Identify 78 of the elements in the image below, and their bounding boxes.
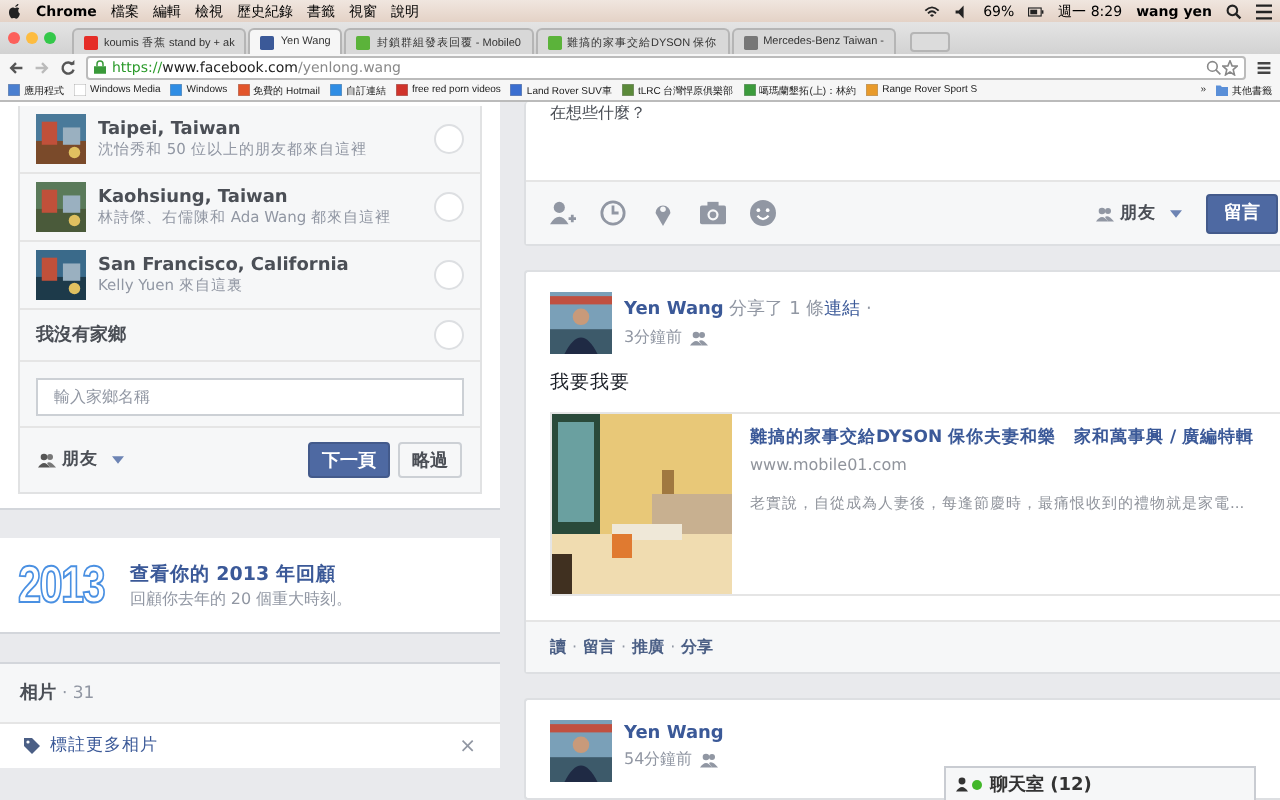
audience-selector[interactable]: 朋友 [38, 448, 124, 472]
photos-count: · 31 [62, 683, 95, 703]
bookmark-icon [237, 84, 250, 96]
zoom-icon[interactable] [1206, 59, 1222, 75]
chat-bar[interactable]: 聊天室 (12) [944, 766, 1256, 800]
list-icon[interactable] [1256, 3, 1272, 19]
tag-icon [24, 738, 40, 754]
site-icon [547, 35, 561, 49]
search-icon[interactable] [1226, 3, 1242, 19]
radio-button[interactable] [434, 124, 464, 154]
action-link[interactable]: 分享 [681, 636, 714, 658]
site-icon [743, 35, 758, 49]
bookmark-icon [329, 84, 342, 96]
photos-title[interactable]: 相片 [20, 680, 56, 706]
reload-icon[interactable] [60, 59, 76, 75]
post-headline: Yen Wang 分享了 1 條連結 · [624, 297, 872, 322]
author-link[interactable]: Yen Wang [624, 300, 724, 320]
site-icon [84, 35, 98, 49]
clock-icon[interactable] [600, 200, 626, 226]
smiley-icon[interactable] [750, 200, 776, 226]
separator-dot: · [670, 638, 676, 656]
caret-icon [1170, 209, 1182, 217]
folder-icon [1216, 84, 1228, 96]
location-pin-icon[interactable] [650, 200, 676, 226]
author-link[interactable]: Yen Wang [624, 724, 724, 744]
friends-audience-icon[interactable] [690, 329, 709, 345]
radio-button[interactable] [434, 260, 464, 290]
link-url: www.mobile01.com [750, 456, 909, 474]
new-tab-button[interactable] [910, 32, 951, 52]
action-link[interactable]: 讀 [550, 636, 566, 658]
radio-button[interactable] [434, 192, 464, 222]
year-review-card[interactable]: 2013 查看你的 2013 年回顧 回顧你去年的 20 個重大時刻。 [0, 538, 500, 634]
site-icon [260, 35, 275, 49]
camera-icon[interactable] [700, 200, 726, 226]
link-word[interactable]: 連結 [824, 300, 861, 320]
bookmark-icon [395, 84, 408, 96]
separator-dot: · [572, 638, 578, 656]
year-review-link[interactable]: 查看你的 2013 年回顧 [129, 561, 353, 587]
wifi-icon[interactable] [923, 3, 940, 19]
bookmark-icon [621, 84, 634, 96]
separator-dot: · [621, 638, 627, 656]
site-icon [356, 35, 371, 49]
people-icon [1096, 205, 1114, 221]
tag-more-photos-link[interactable]: 標註更多相片 [50, 734, 158, 758]
bookmark-icon [510, 84, 523, 96]
link-title[interactable]: 難搞的家事交給DYSON 保你夫妻和樂 家和萬事興 / 廣編特輯 [750, 428, 1255, 450]
status-prompt[interactable]: 在想些什麼？ [526, 102, 1280, 180]
people-icon [38, 452, 56, 468]
hometown-name[interactable]: Taipei, Taiwan [98, 119, 422, 139]
year-logo: 2013 [18, 554, 105, 616]
hometown-name[interactable]: San Francisco, California [98, 255, 422, 275]
apple-icon[interactable] [8, 2, 22, 20]
hometown-name[interactable]: Kaohsiung, Taiwan [98, 187, 422, 207]
audience-selector[interactable]: 朋友 [1096, 201, 1182, 225]
bookmark-icon [866, 84, 879, 96]
hometown-name[interactable]: 我沒有家鄉 [36, 322, 422, 348]
action-link[interactable]: 推廣 [632, 636, 665, 658]
menu-icon[interactable] [1256, 59, 1272, 75]
caret-icon [112, 456, 124, 464]
forward-icon[interactable] [34, 59, 50, 75]
bookmark-icon [743, 84, 756, 96]
back-icon[interactable] [8, 59, 24, 75]
hometown-input-field[interactable]: 輸入家鄉名稱 [36, 378, 464, 416]
person-icon [956, 776, 968, 792]
bookmark-icon [8, 84, 20, 96]
tag-friends-icon[interactable] [550, 200, 576, 226]
star-icon[interactable] [1222, 59, 1238, 75]
post-button[interactable]: 留言 [1206, 193, 1278, 233]
radio-button[interactable] [434, 320, 464, 350]
lock-icon [94, 60, 106, 74]
year-review-subtitle: 回顧你去年的 20 個重大時刻。 [129, 587, 353, 609]
skip-button[interactable]: 略過 [398, 442, 462, 478]
friends-audience-icon[interactable] [700, 751, 719, 767]
post-text: 我要我要 [548, 370, 632, 398]
action-link[interactable]: 留言 [583, 636, 616, 658]
next-button[interactable]: 下一頁 [308, 442, 390, 478]
battery-icon[interactable] [1028, 3, 1045, 19]
bookmark-icon [170, 84, 183, 96]
